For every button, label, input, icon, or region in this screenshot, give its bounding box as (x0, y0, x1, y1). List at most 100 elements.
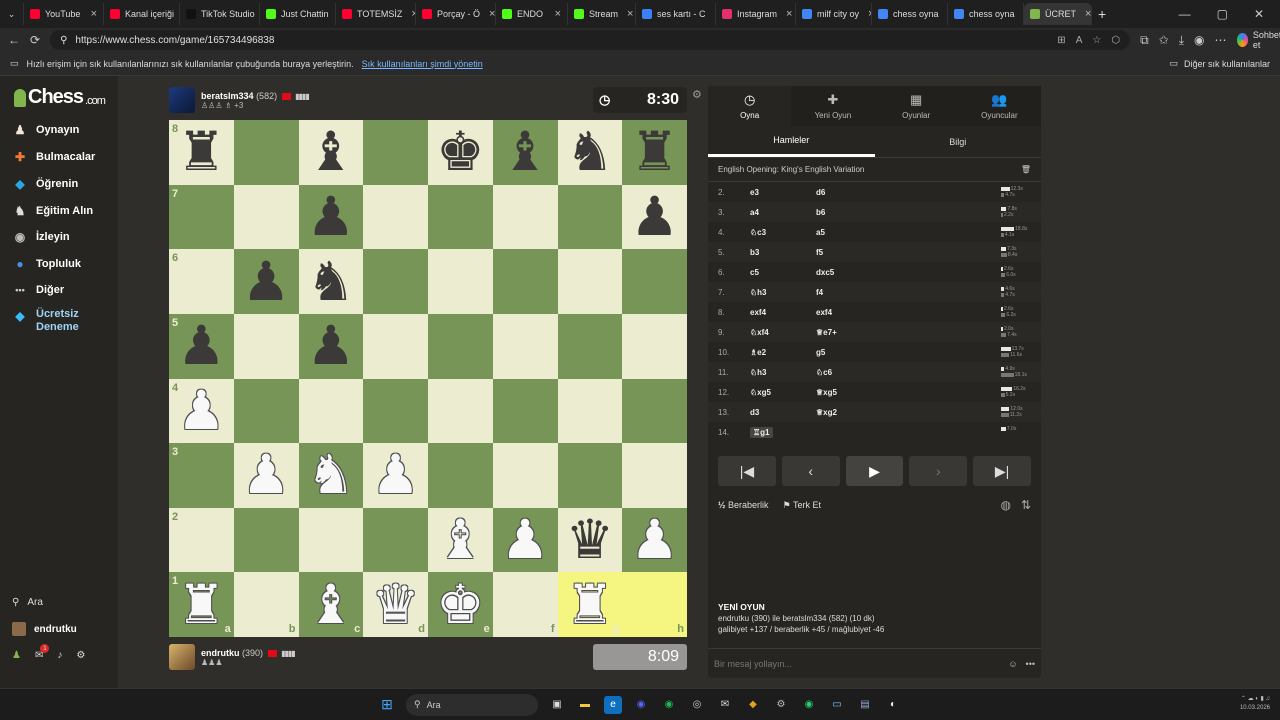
panel-tab-1[interactable]: ✚ Yeni Oyun (791, 86, 874, 126)
white-rook-icon[interactable]: ♜ (566, 577, 614, 632)
read-aloud-icon[interactable]: A (1076, 35, 1083, 46)
square-e3[interactable] (428, 443, 493, 508)
square-f5[interactable] (492, 313, 558, 379)
square-e2[interactable]: ♝ (428, 507, 493, 573)
browser-tab[interactable]: chess oyna× (948, 3, 1024, 25)
browser-tab[interactable]: Stream × (568, 3, 636, 25)
panel-tab-3[interactable]: 👥 Oyuncular (958, 86, 1041, 126)
manage-bookmarks-link[interactable]: Sık kullanılanları şimdi yönetin (362, 59, 483, 69)
white-rook-icon[interactable]: ♜ (177, 577, 225, 632)
browser-tab[interactable]: YouTube × (24, 3, 104, 25)
square-h7[interactable]: ♟ (622, 184, 687, 250)
panel-tab-2[interactable]: ▦ Oyunlar (875, 86, 958, 126)
square-h2[interactable]: ♟ (622, 507, 687, 573)
browser-tab[interactable]: TikTok Studio× (180, 3, 260, 25)
sidebar-item-6[interactable]: ••• Diğer (12, 282, 64, 298)
trash-icon[interactable]: 🗑 (1021, 165, 1031, 174)
square-e1[interactable]: ♚ e (428, 572, 493, 637)
square-b2[interactable] (233, 507, 299, 573)
player-avatar[interactable] (169, 644, 195, 670)
windows-start-icon[interactable]: ⊞ (378, 696, 396, 714)
square-c7[interactable]: ♟ (298, 184, 364, 250)
previous-move-button[interactable]: ‹ (781, 456, 840, 486)
square-c5[interactable]: ♟ (298, 313, 364, 379)
white-pawn-icon[interactable]: ♟ (242, 448, 290, 502)
white-king-icon[interactable]: ♚ (436, 577, 484, 632)
square-b7[interactable] (233, 184, 299, 250)
refresh-icon[interactable]: ⟳ (30, 33, 40, 47)
white-move[interactable]: c5 (750, 268, 816, 277)
square-c6[interactable]: ♞ (298, 249, 364, 314)
white-move[interactable]: ♗e2 (750, 348, 816, 357)
square-h8[interactable]: ♜ (622, 120, 687, 185)
site-info-icon[interactable]: ⚲ (60, 35, 67, 46)
sidebar-item-5[interactable]: ● Topluluk (12, 256, 81, 272)
square-g1[interactable]: ♜ g (557, 572, 623, 637)
black-move[interactable]: b6 (816, 208, 882, 217)
browser-tab[interactable]: Just Chattin× (260, 3, 336, 25)
square-c3[interactable]: ♞ (298, 443, 364, 508)
system-tray[interactable]: ⌃ ☁ ◐ ▮ ♫ 10.03.2026 (1240, 695, 1270, 713)
player-name[interactable]: endrutku (201, 648, 240, 658)
square-e6[interactable] (428, 249, 493, 314)
black-queen-icon[interactable]: ♛ (566, 513, 614, 567)
square-f6[interactable] (492, 249, 558, 314)
black-pawn-icon[interactable]: ♟ (177, 319, 225, 373)
square-a1[interactable]: ♜ 1 a (169, 572, 234, 637)
spotify-icon[interactable]: ◉ (660, 696, 678, 714)
black-knight-icon[interactable]: ♞ (566, 125, 614, 179)
close-tab-icon[interactable]: × (485, 8, 495, 20)
close-tab-icon[interactable]: × (87, 8, 97, 20)
black-pawn-icon[interactable]: ♟ (307, 319, 355, 373)
square-h1[interactable]: h (622, 572, 687, 637)
task-view-icon[interactable]: ▣ (548, 696, 566, 714)
black-move[interactable]: exf4 (816, 308, 882, 317)
browser-tab[interactable]: ENDO × (496, 3, 568, 25)
free-trial-link[interactable]: ◆ Ücretsiz Deneme (12, 308, 96, 334)
white-move[interactable]: ♘c3 (750, 228, 816, 237)
chess-board[interactable]: ♜ 8 ♝ ♚ ♝ ♞ ♜ 7 ♟ ♟ 6 ♟ ♞ ♟ 5 ♟ ♟ 4 3 ♟ ♞ ♟ 2 ♝ ♟ ♛ ♟ ♜ 1 a b ♝ c ♛ d ♚ e f ♜ g… (169, 120, 687, 637)
square-g7[interactable] (557, 184, 623, 250)
close-window-icon[interactable]: ✕ (1254, 7, 1264, 21)
sidebar-item-2[interactable]: ◆ Öğrenin (12, 176, 78, 192)
white-pawn-icon[interactable]: ♟ (630, 513, 678, 567)
steam-icon[interactable]: ◎ (688, 696, 706, 714)
square-g8[interactable]: ♞ (557, 120, 623, 185)
back-icon[interactable]: ← (8, 33, 20, 47)
black-move[interactable]: ♕xg2 (816, 408, 882, 417)
black-rook-icon[interactable]: ♜ (630, 125, 678, 179)
square-g4[interactable] (557, 378, 623, 444)
whatsapp-icon[interactable]: ◉ (800, 696, 818, 714)
square-h6[interactable] (622, 249, 687, 314)
next-move-button[interactable]: › (909, 456, 968, 486)
minimize-icon[interactable]: — (1179, 7, 1191, 21)
extensions-icon[interactable]: ⧉ (1140, 33, 1149, 48)
black-move[interactable]: ♕xg5 (816, 388, 882, 397)
browser-tab[interactable]: Instagram × (716, 3, 796, 25)
obs-icon[interactable]: ◐ (884, 696, 902, 714)
square-g6[interactable] (557, 249, 623, 314)
profile-icon[interactable]: ◉ (1194, 33, 1204, 47)
white-bishop-icon[interactable]: ♝ (307, 577, 355, 632)
white-move[interactable]: ♘h3 (750, 288, 816, 297)
messages-icon[interactable]: ✉ 1 (35, 644, 50, 661)
white-pawn-icon[interactable]: ♟ (177, 383, 225, 438)
favorites-icon[interactable]: ✩ (1159, 33, 1169, 47)
square-d7[interactable] (363, 184, 428, 250)
square-c8[interactable]: ♝ (298, 120, 364, 185)
sidebar-item-3[interactable]: ♞ Eğitim Alın (12, 203, 93, 219)
square-e7[interactable] (428, 184, 493, 250)
tab-list-dropdown[interactable]: ⌄ (0, 3, 24, 25)
square-d1[interactable]: ♛ d (363, 572, 428, 637)
black-move[interactable]: ♕e7+ (816, 328, 882, 337)
last-move-button[interactable]: ▶| (973, 456, 1031, 486)
square-b3[interactable]: ♟ (233, 443, 299, 508)
white-bishop-icon[interactable]: ♝ (436, 513, 484, 567)
close-tab-icon[interactable]: × (782, 8, 792, 20)
square-a8[interactable]: ♜ 8 (169, 120, 234, 185)
white-move[interactable]: e3 (750, 188, 816, 197)
square-a2[interactable]: 2 (169, 507, 234, 573)
square-f3[interactable] (492, 443, 558, 508)
square-h3[interactable] (622, 443, 687, 508)
maximize-icon[interactable]: ▢ (1217, 7, 1228, 21)
